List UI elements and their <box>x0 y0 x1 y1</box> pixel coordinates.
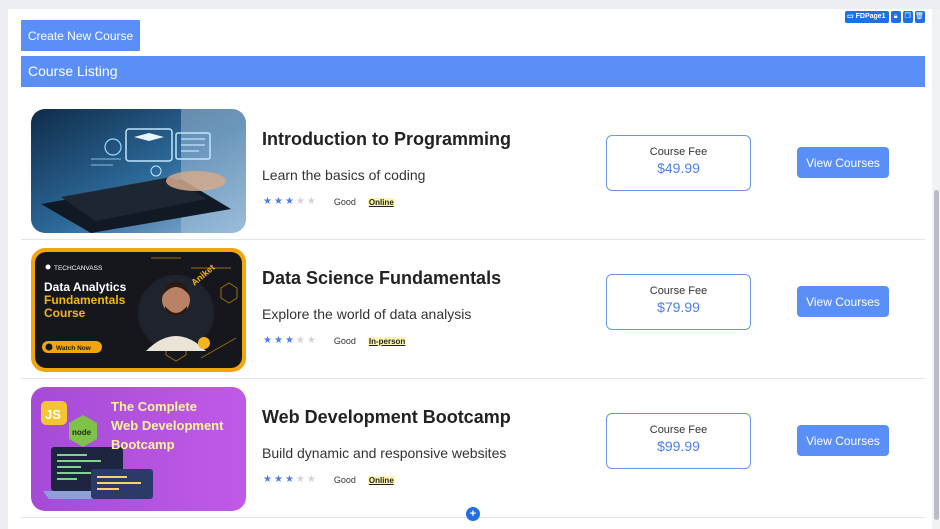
page-tag-label: FDPage1 <box>855 13 886 20</box>
fee-label: Course Fee <box>649 285 708 297</box>
view-courses-button[interactable]: View Courses <box>797 147 889 178</box>
course-thumbnail <box>31 109 246 233</box>
add-section-icon[interactable]: + <box>466 507 480 521</box>
copy-icon[interactable]: ❐ <box>902 11 913 23</box>
star-icon: ★ <box>273 474 283 485</box>
star-icon: ★ <box>263 335 272 346</box>
rating-label: Good <box>333 197 356 207</box>
page-tag[interactable]: ▭ FDPage1 <box>845 11 889 23</box>
thumb-line3: Course <box>44 306 86 320</box>
star-rating: ★ ★ ★ ★ ★ <box>263 196 316 208</box>
fee-label: Course Fee <box>649 146 708 158</box>
page-icon: ▭ <box>847 13 854 20</box>
course-title: Web Development Bootcamp <box>262 407 511 427</box>
course-fee-box: Course Fee $49.99 <box>606 135 751 191</box>
fee-value: $49.99 <box>657 160 700 176</box>
course-description: Learn the basics of coding <box>262 167 426 183</box>
thumb-line1: The Complete <box>111 399 197 414</box>
course-row: Introduction to Programming Learn the ba… <box>21 102 925 240</box>
thumb-brand: TECHCANVASS <box>54 265 103 272</box>
star-rating: ★ ★ ★ ★ ★ <box>263 474 316 486</box>
create-course-button[interactable]: Create New Course <box>21 20 140 51</box>
view-courses-button[interactable]: View Courses <box>797 286 889 317</box>
star-icon: ★ <box>284 335 294 346</box>
trash-icon[interactable]: 🗑︎ <box>914 11 925 23</box>
thumb-line3: Bootcamp <box>111 437 175 452</box>
course-title: Introduction to Programming <box>262 129 511 149</box>
star-rating: ★ ★ ★ ★ ★ <box>263 335 316 347</box>
star-icon: ★ <box>306 196 316 207</box>
course-listing-header: Course Listing <box>21 56 925 87</box>
course-fee-box: Course Fee $79.99 <box>606 274 751 330</box>
course-mode: Online <box>367 197 395 207</box>
star-icon: ★ <box>263 474 272 485</box>
course-title: Data Science Fundamentals <box>262 268 502 288</box>
course-description: Explore the world of data analysis <box>262 306 472 322</box>
course-row: JS node The Complete Web Development Boo… <box>21 380 925 518</box>
scrollbar-thumb[interactable] <box>934 190 939 520</box>
lock-icon[interactable]: 🔒︎ <box>890 11 901 23</box>
star-icon: ★ <box>263 196 272 207</box>
thumb-line2: Fundamentals <box>44 293 126 307</box>
thumb-badge-js: JS <box>45 407 61 422</box>
star-icon: ★ <box>295 335 305 346</box>
page-badge: ▭ FDPage1 🔒︎ ❐ 🗑︎ <box>845 11 925 23</box>
thumb-cta: Watch Now <box>56 345 92 352</box>
course-meta: ★ ★ ★ ★ ★ Good In-person <box>263 335 407 347</box>
course-row: TECHCANVASS Data Analytics Fundamentals … <box>21 241 925 379</box>
star-icon: ★ <box>306 335 316 346</box>
star-icon: ★ <box>273 335 283 346</box>
course-thumbnail: TECHCANVASS Data Analytics Fundamentals … <box>31 248 246 372</box>
course-mode: In-person <box>367 336 407 346</box>
thumb-line2: Web Development <box>111 418 224 433</box>
fee-value: $99.99 <box>657 438 700 454</box>
rating-label: Good <box>333 336 356 346</box>
thumb-line1: Data Analytics <box>44 280 127 294</box>
star-icon: ★ <box>284 474 294 485</box>
rating-label: Good <box>333 475 356 485</box>
view-courses-button[interactable]: View Courses <box>797 425 889 456</box>
star-icon: ★ <box>295 196 305 207</box>
star-icon: ★ <box>273 196 283 207</box>
course-meta: ★ ★ ★ ★ ★ Good Online <box>263 196 395 208</box>
fee-label: Course Fee <box>649 424 708 436</box>
course-mode: Online <box>367 475 395 485</box>
star-icon: ★ <box>295 474 305 485</box>
star-icon: ★ <box>284 196 294 207</box>
course-description: Build dynamic and responsive websites <box>262 445 507 461</box>
fee-value: $79.99 <box>657 299 700 315</box>
course-thumbnail: JS node The Complete Web Development Boo… <box>31 387 246 511</box>
star-icon: ★ <box>306 474 316 485</box>
thumb-badge-node: node <box>72 428 92 437</box>
course-fee-box: Course Fee $99.99 <box>606 413 751 469</box>
course-meta: ★ ★ ★ ★ ★ Good Online <box>263 474 395 486</box>
